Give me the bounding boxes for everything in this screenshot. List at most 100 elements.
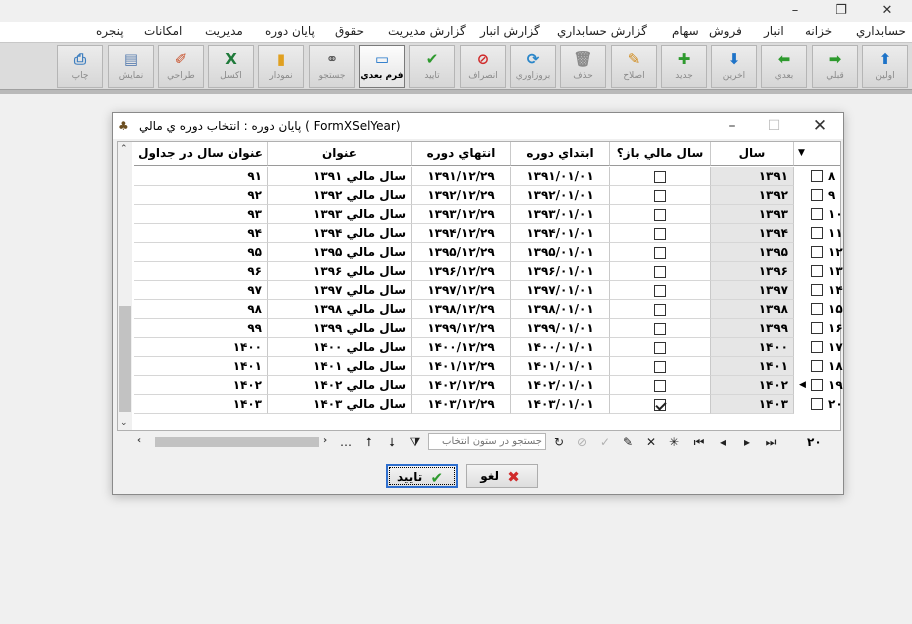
toolbar-button-arrow-up[interactable]: ⬆ اولين (862, 45, 908, 88)
cell-name[interactable]: سال مالي ۱۳۹۷ (268, 281, 412, 300)
cell-year[interactable]: ۱۴۰۱ (711, 357, 794, 376)
cell-table-name[interactable]: ۹۶ (134, 262, 268, 281)
cell-start[interactable]: ۱۴۰۳/۰۱/۰۱ (511, 395, 610, 414)
col-header-end[interactable]: انتهاي دوره (412, 142, 511, 166)
cell-year[interactable]: ۱۳۹۳ (711, 205, 794, 224)
cell-name[interactable]: سال مالي ۱۴۰۲ (268, 376, 412, 395)
close-window-icon[interactable]: ✕ (872, 2, 902, 20)
row-select-checkbox[interactable] (811, 189, 823, 201)
cell-name[interactable]: سال مالي ۱۳۹۴ (268, 224, 412, 243)
menu-item-9[interactable]: پايان دوره (265, 24, 315, 38)
col-header-indicator[interactable]: ▼ (794, 142, 840, 166)
cell-name[interactable]: سال مالي ۱۴۰۳ (268, 395, 412, 414)
restore-window-icon[interactable]: ❐ (826, 2, 856, 20)
cell-name[interactable]: سال مالي ۱۳۹۱ (268, 167, 412, 186)
row-select-checkbox[interactable] (811, 360, 823, 372)
cell-open[interactable] (610, 300, 711, 319)
menu-item-8[interactable]: حقوق (335, 24, 364, 38)
delete-record-icon[interactable]: ✕ (643, 434, 659, 450)
cell-year[interactable]: ۱۴۰۲ (711, 376, 794, 395)
cell-start[interactable]: ۱۳۹۸/۰۱/۰۱ (511, 300, 610, 319)
toolbar-button-brush[interactable]: ✐ طراحي (158, 45, 204, 88)
menu-item-6[interactable]: گزارش انبار (480, 24, 540, 38)
row-select-checkbox[interactable] (811, 379, 823, 391)
row-select-checkbox[interactable] (811, 227, 823, 239)
col-header-year[interactable]: سال (711, 142, 794, 166)
cell-name[interactable]: سال مالي ۱۳۹۹ (268, 319, 412, 338)
menu-item-2[interactable]: انبار (764, 24, 784, 38)
first-record-icon[interactable]: ⏮ (691, 434, 707, 450)
menu-item-4[interactable]: سهام (672, 24, 699, 38)
cell-open[interactable] (610, 338, 711, 357)
cell-end[interactable]: ۱۴۰۰/۱۲/۲۹ (412, 338, 511, 357)
open-year-checkbox[interactable] (654, 189, 666, 202)
row-select-checkbox[interactable] (811, 246, 823, 258)
cell-table-name[interactable]: ۹۴ (134, 224, 268, 243)
cell-name[interactable]: سال مالي ۱۳۹۵ (268, 243, 412, 262)
row-select-checkbox[interactable] (811, 208, 823, 220)
more-options-icon[interactable]: … (338, 434, 354, 450)
cell-year[interactable]: ۱۳۹۱ (711, 167, 794, 186)
cell-start[interactable]: ۱۳۹۴/۰۱/۰۱ (511, 224, 610, 243)
cell-table-name[interactable]: ۱۴۰۳ (134, 395, 268, 414)
open-year-checkbox[interactable] (654, 360, 666, 373)
open-year-checkbox[interactable] (654, 208, 666, 221)
cell-year[interactable]: ۱۳۹۴ (711, 224, 794, 243)
cell-end[interactable]: ۱۳۹۸/۱۲/۲۹ (412, 300, 511, 319)
col-header-start[interactable]: ابتداي دوره (511, 142, 610, 166)
open-year-checkbox[interactable] (654, 341, 666, 354)
cell-start[interactable]: ۱۳۹۷/۰۱/۰۱ (511, 281, 610, 300)
row-select-checkbox[interactable] (811, 170, 823, 182)
menu-item-1[interactable]: خزانه (805, 24, 832, 38)
cell-table-name[interactable]: ۹۲ (134, 186, 268, 205)
cell-year[interactable]: ۱۴۰۳ (711, 395, 794, 414)
cell-year[interactable]: ۱۳۹۸ (711, 300, 794, 319)
toolbar-button-binoculars[interactable]: ⚭ جستجو (309, 45, 355, 88)
cell-start[interactable]: ۱۳۹۹/۰۱/۰۱ (511, 319, 610, 338)
close-dialog-icon[interactable]: ✕ (805, 116, 835, 136)
open-year-checkbox[interactable] (654, 265, 666, 278)
edit-record-icon[interactable]: ✎ (620, 434, 636, 450)
menu-item-12[interactable]: پنجره (96, 24, 124, 38)
cell-end[interactable]: ۱۳۹۵/۱۲/۲۹ (412, 243, 511, 262)
cell-start[interactable]: ۱۳۹۳/۰۱/۰۱ (511, 205, 610, 224)
cell-open[interactable] (610, 243, 711, 262)
toolbar-button-excel[interactable]: X اکسل (208, 45, 254, 88)
cell-open[interactable] (610, 395, 711, 414)
horizontal-scrollbar[interactable]: ‹ › (137, 435, 331, 449)
menu-item-5[interactable]: گزارش حسابداري (557, 24, 647, 38)
minimize-dialog-icon[interactable]: – (717, 116, 747, 136)
cell-year[interactable]: ۱۳۹۵ (711, 243, 794, 262)
cell-end[interactable]: ۱۴۰۲/۱۲/۲۹ (412, 376, 511, 395)
row-select-checkbox[interactable] (811, 341, 823, 353)
toolbar-button-pencil[interactable]: ✎ اصلاح (611, 45, 657, 88)
toolbar-button-printer[interactable]: ⎙ چاپ (57, 45, 103, 88)
horizontal-scroll-thumb[interactable] (155, 437, 319, 447)
cell-end[interactable]: ۱۴۰۳/۱۲/۲۹ (412, 395, 511, 414)
row-select-checkbox[interactable] (811, 322, 823, 334)
cell-name[interactable]: سال مالي ۱۳۹۸ (268, 300, 412, 319)
menu-item-11[interactable]: امکانات (144, 24, 182, 38)
cell-open[interactable] (610, 205, 711, 224)
open-year-checkbox[interactable] (654, 170, 666, 183)
open-year-checkbox[interactable] (654, 398, 666, 411)
row-select-checkbox[interactable] (811, 398, 823, 410)
cell-table-name[interactable]: ۹۸ (134, 300, 268, 319)
toolbar-button-arrow-down[interactable]: ⬇ آخرين (711, 45, 757, 88)
cell-table-name[interactable]: ۱۴۰۲ (134, 376, 268, 395)
cell-table-name[interactable]: ۱۴۰۰ (134, 338, 268, 357)
open-year-checkbox[interactable] (654, 227, 666, 240)
cell-table-name[interactable]: ۹۷ (134, 281, 268, 300)
cell-start[interactable]: ۱۳۹۱/۰۱/۰۱ (511, 167, 610, 186)
cell-name[interactable]: سال مالي ۱۳۹۶ (268, 262, 412, 281)
cell-open[interactable] (610, 281, 711, 300)
cell-table-name[interactable]: ۹۱ (134, 167, 268, 186)
toolbar-button-arrow-left[interactable]: ⬅ بعدي (761, 45, 807, 88)
cancel-button[interactable]: لغو ✖ (466, 464, 538, 488)
filter-icon[interactable]: ⧩ (407, 434, 423, 450)
cell-start[interactable]: ۱۳۹۶/۰۱/۰۱ (511, 262, 610, 281)
column-menu-icon[interactable]: ▼ (798, 142, 805, 164)
cell-start[interactable]: ۱۴۰۰/۰۱/۰۱ (511, 338, 610, 357)
col-header-open[interactable]: سال مالي باز؟ (610, 142, 711, 166)
row-select-checkbox[interactable] (811, 303, 823, 315)
